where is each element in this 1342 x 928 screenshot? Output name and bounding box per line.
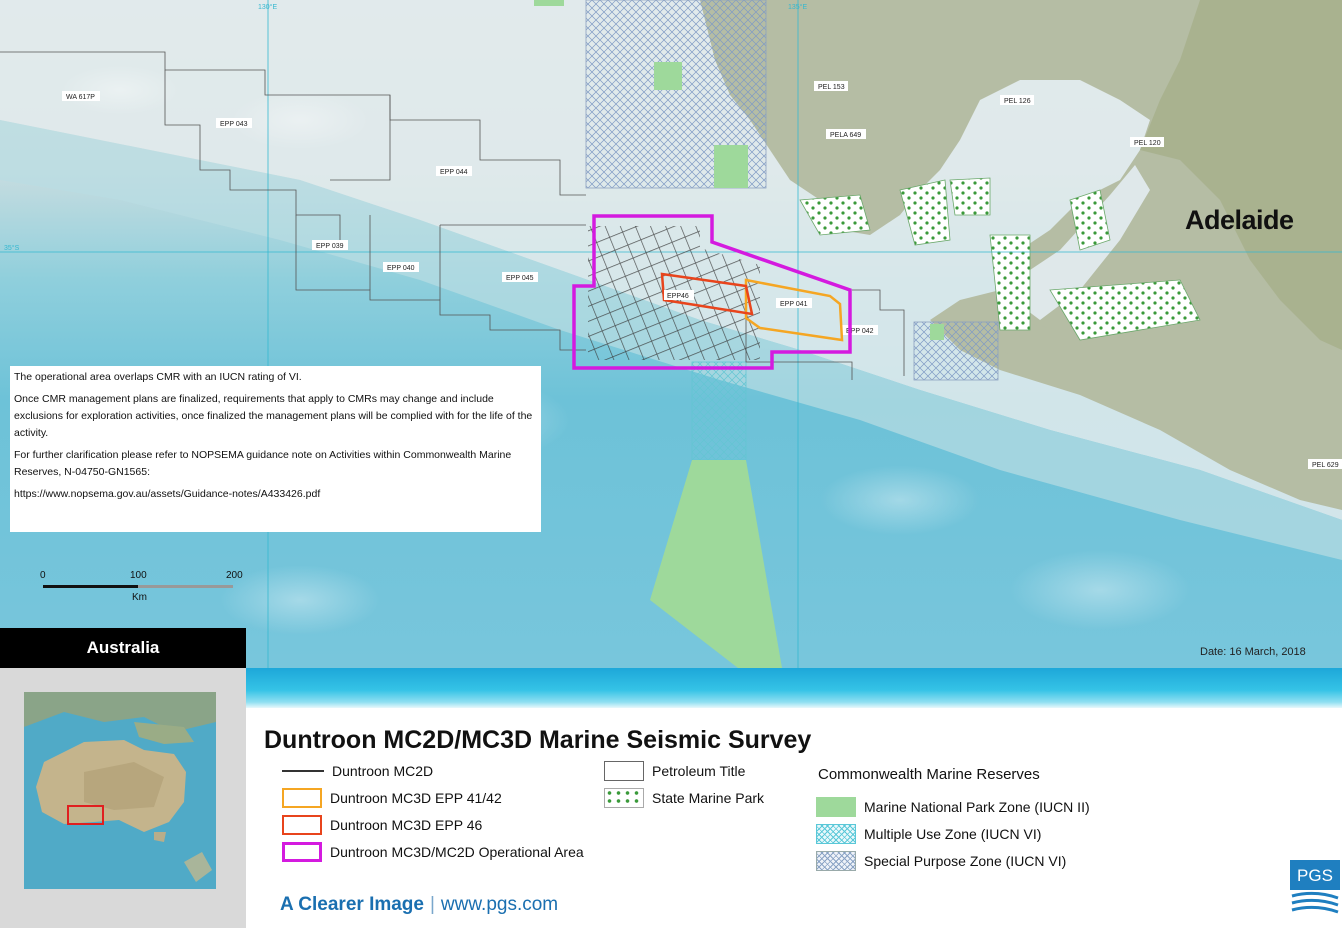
legend-item-mc2d: Duntroon MC2D	[282, 760, 433, 782]
svg-text:PEL 120: PEL 120	[1134, 140, 1161, 147]
legend-label: Multiple Use Zone (IUCN VI)	[864, 826, 1042, 842]
legend-label: Marine National Park Zone (IUCN II)	[864, 799, 1090, 815]
legend-item-state-marine-park: State Marine Park	[604, 787, 764, 809]
legend-label: Petroleum Title	[652, 763, 746, 779]
inset-title: Australia	[0, 628, 246, 668]
block-label-wa617p: WA 617P	[62, 91, 100, 101]
scale-tick-label: 100	[130, 570, 147, 581]
legend-label: Duntroon MC2D	[332, 763, 434, 779]
legend-swatch	[816, 797, 856, 817]
block-label-pel153: PEL 153	[814, 81, 848, 91]
block-label-epp039: EPP 039	[312, 240, 348, 250]
scale-bar: 0 100 200 Km	[38, 570, 248, 606]
legend-swatch	[816, 824, 856, 844]
block-label-pel120: PEL 120	[1130, 137, 1164, 147]
inset-panel	[0, 668, 246, 928]
tagline-text: A Clearer Image	[280, 894, 424, 915]
cmr-legend-title: Commonwealth Marine Reserves	[818, 766, 1040, 783]
legend-item-multiple-use: Multiple Use Zone (IUCN VI)	[816, 823, 1041, 845]
pgs-logo-text: PGS	[1297, 866, 1333, 885]
info-paragraph: The operational area overlaps CMR with a…	[14, 371, 302, 383]
legend-label: Duntroon MC3D/MC2D Operational Area	[330, 844, 584, 860]
scale-bar-segment	[138, 585, 233, 588]
svg-text:EPP 045: EPP 045	[506, 275, 534, 282]
legend-swatch	[604, 761, 644, 781]
svg-text:PEL 629: PEL 629	[1312, 462, 1339, 469]
svg-text:PEL 153: PEL 153	[818, 84, 845, 91]
block-label-pel629: PEL 629	[1308, 459, 1342, 469]
info-link[interactable]: https://www.nopsema.gov.au/assets/Guidan…	[14, 486, 537, 503]
pgs-logo: PGS	[1290, 860, 1340, 914]
legend-swatch	[816, 851, 856, 871]
legend-label: Duntroon MC3D EPP 46	[330, 817, 483, 833]
grid-label: 135°E	[788, 3, 807, 11]
scale-unit: Km	[132, 592, 147, 603]
map-date: Date: 16 March, 2018	[1200, 646, 1306, 658]
header-band	[246, 668, 1342, 708]
block-label-epp042: EPP 042	[842, 325, 878, 335]
block-label-pela649: PELA 649	[826, 129, 866, 139]
legend-item-petroleum-title: Petroleum Title	[604, 760, 745, 782]
scale-tick-label: 200	[226, 570, 243, 581]
cmr-info-box: The operational area overlaps CMR with a…	[10, 366, 541, 532]
legend-item-marine-national-park: Marine National Park Zone (IUCN II)	[816, 796, 1090, 818]
grid-label: 130°E	[258, 3, 277, 11]
svg-text:EPP 039: EPP 039	[316, 243, 344, 250]
info-paragraph: Once CMR management plans are finalized,…	[14, 393, 533, 439]
legend-swatch	[282, 842, 322, 862]
website-link[interactable]: www.pgs.com	[441, 894, 558, 915]
block-label-epp044: EPP 044	[436, 166, 472, 176]
survey-title: Duntroon MC2D/MC3D Marine Seismic Survey	[264, 726, 812, 754]
svg-text:EPP 040: EPP 040	[387, 265, 415, 272]
legend-item-epp41-42: Duntroon MC3D EPP 41/42	[282, 787, 502, 809]
legend-swatch	[282, 815, 322, 835]
multiple-use-zone	[691, 361, 747, 461]
city-label-adelaide: Adelaide	[1185, 205, 1294, 235]
legend-swatch	[282, 770, 324, 772]
block-label-epp045: EPP 045	[502, 272, 538, 282]
footer-tagline: A Clearer Image | www.pgs.com	[280, 894, 558, 916]
legend-label: State Marine Park	[652, 790, 765, 806]
legend-label: Special Purpose Zone (IUCN VI)	[864, 853, 1067, 869]
legend-item-epp46: Duntroon MC3D EPP 46	[282, 814, 482, 836]
svg-text:EPP 043: EPP 043	[220, 121, 248, 128]
svg-text:EPP 044: EPP 044	[440, 169, 468, 176]
legend-swatch	[282, 788, 322, 808]
legend-item-special-purpose: Special Purpose Zone (IUCN VI)	[816, 850, 1066, 872]
svg-text:EPP46: EPP46	[667, 293, 689, 300]
svg-text:PEL 126: PEL 126	[1004, 98, 1031, 105]
legend-item-operational-area: Duntroon MC3D/MC2D Operational Area	[282, 841, 584, 863]
tagline-separator: |	[429, 894, 435, 915]
scale-tick-label: 0	[40, 570, 46, 581]
special-purpose-zone-east	[913, 321, 999, 381]
block-label-epp46: EPP46	[664, 290, 694, 300]
svg-text:WA 617P: WA 617P	[66, 94, 95, 101]
svg-text:PELA 649: PELA 649	[830, 132, 861, 139]
block-label-epp043: EPP 043	[216, 118, 252, 128]
grid-label: 35°S	[4, 244, 20, 252]
australia-inset-map[interactable]	[24, 692, 216, 889]
block-label-epp040: EPP 040	[383, 262, 419, 272]
block-label-epp041: EPP 041	[776, 298, 812, 308]
legend-swatch	[604, 788, 644, 808]
info-paragraph: For further clarification please refer t…	[14, 449, 512, 478]
survey-map[interactable]: 130°E 135°E 35°S WA 617P EPP 043 EPP 044…	[0, 0, 1342, 668]
block-label-pel126: PEL 126	[1000, 95, 1034, 105]
legend-label: Duntroon MC3D EPP 41/42	[330, 790, 502, 806]
svg-text:EPP 041: EPP 041	[780, 301, 808, 308]
